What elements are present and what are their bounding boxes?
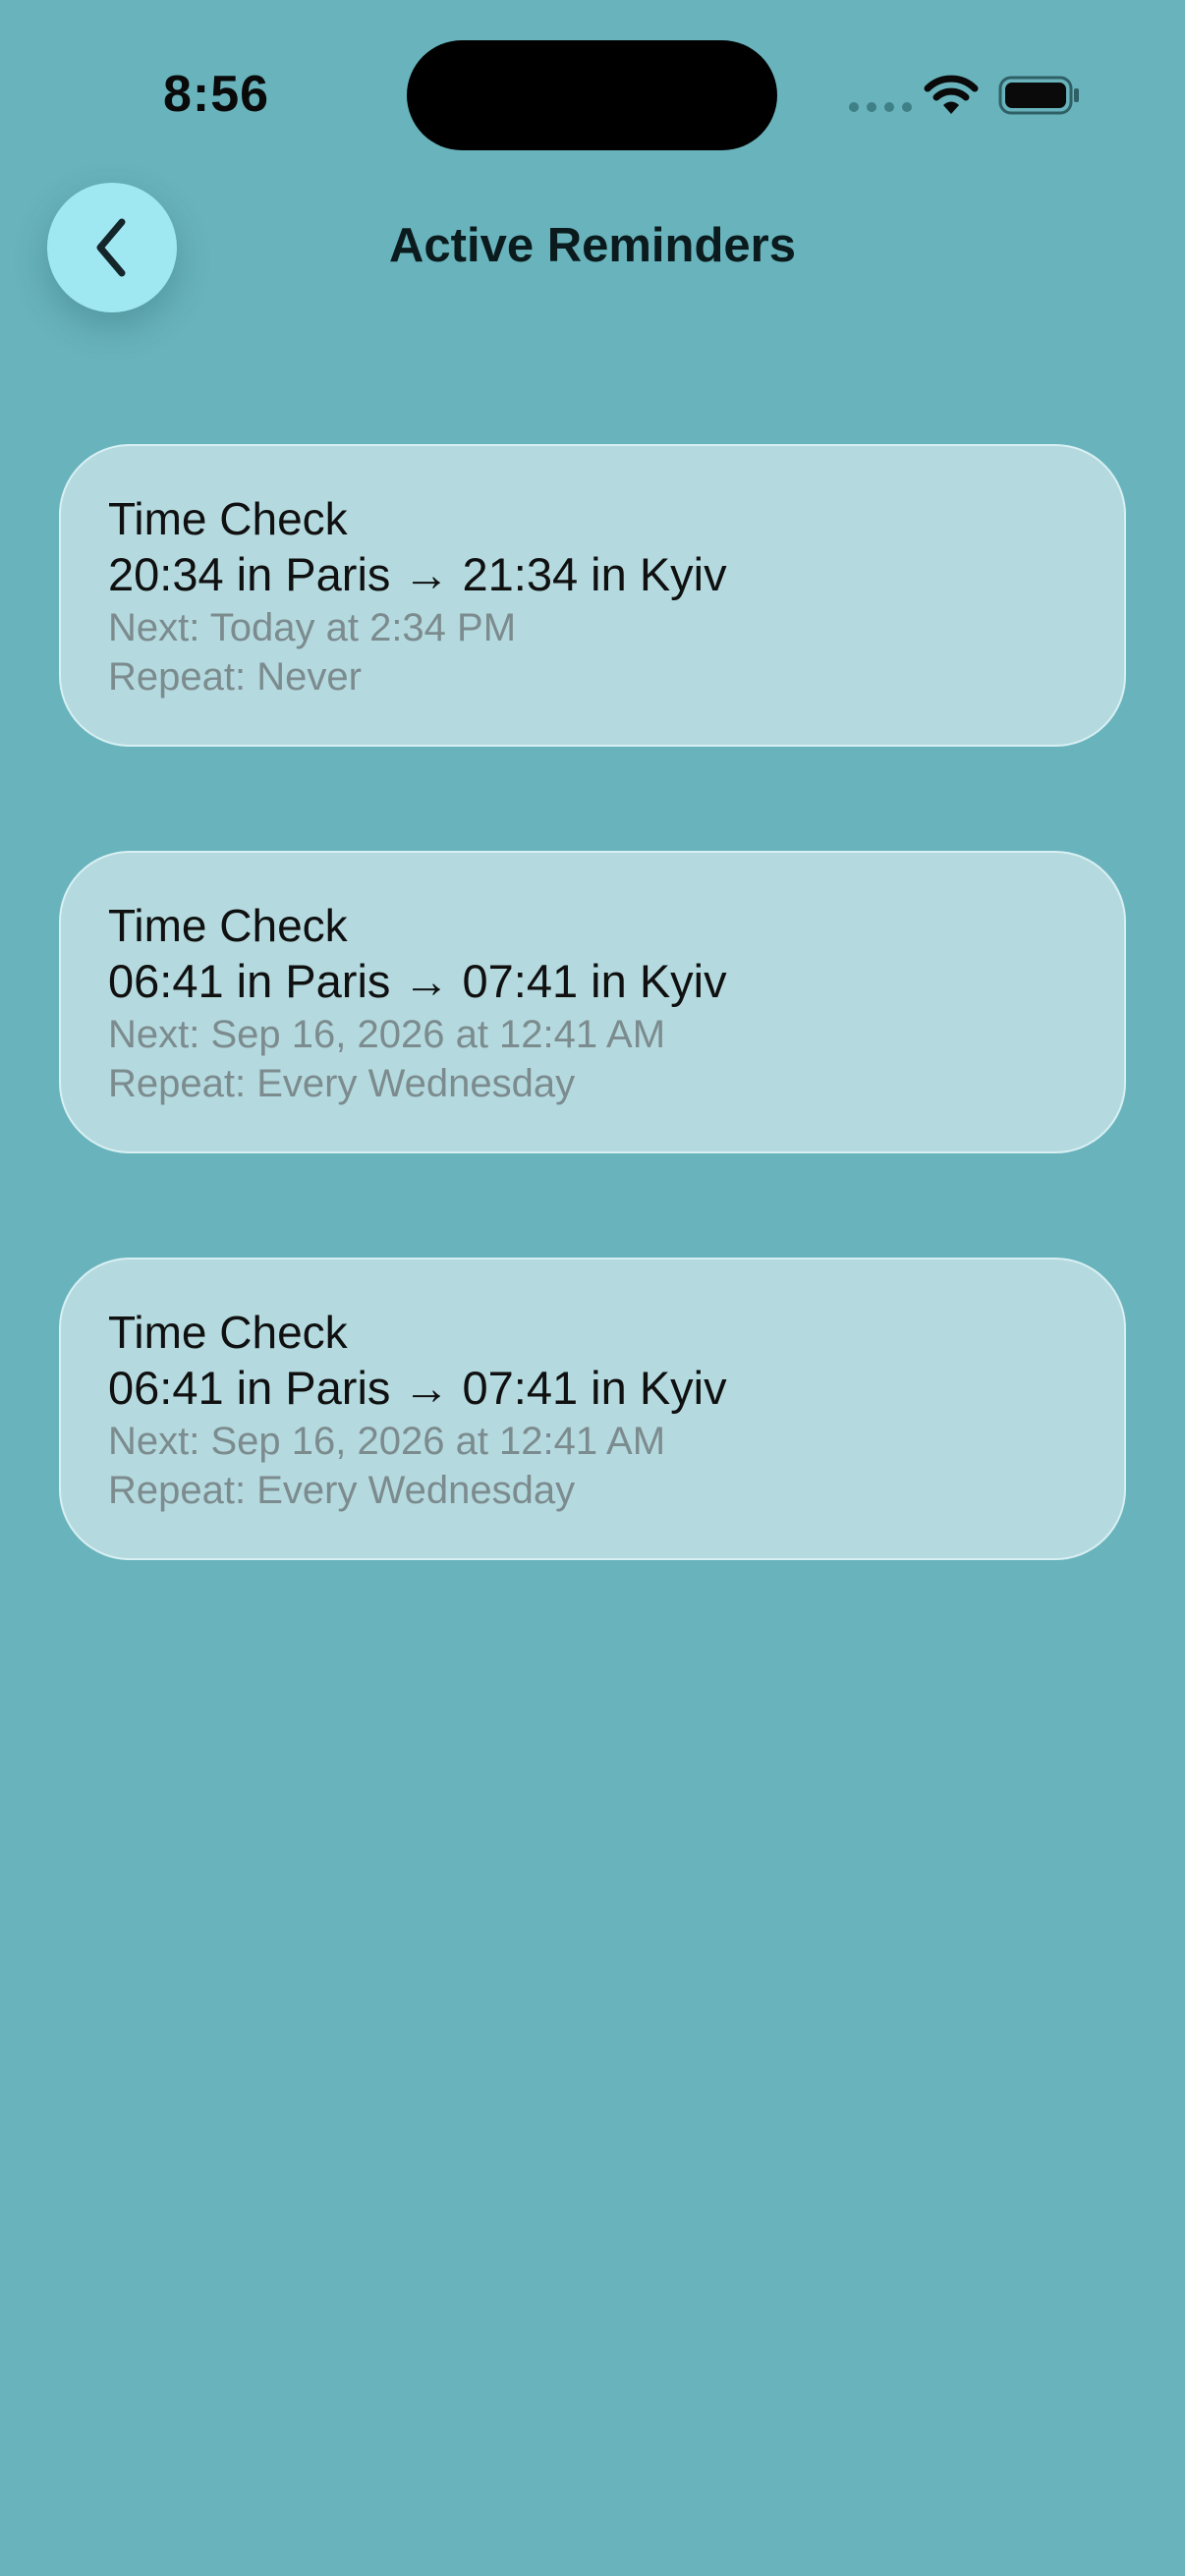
page-title: Active Reminders — [389, 219, 796, 272]
reminder-next: Next: Today at 2:34 PM — [108, 606, 517, 649]
reminder-title: Time Check — [108, 493, 348, 544]
reminder-times: 06:41 in Paris → 07:41 in Kyiv — [108, 1362, 727, 1414]
dynamic-island — [407, 40, 777, 150]
reminder-next: Next: Sep 16, 2026 at 12:41 AM — [108, 1420, 666, 1463]
reminder-title: Time Check — [108, 1307, 348, 1358]
reminder-card[interactable]: Time Check 06:41 in Paris → 07:41 in Kyi… — [59, 851, 1126, 1153]
status-time: 8:56 — [163, 66, 270, 123]
reminder-repeat: Repeat: Every Wednesday — [108, 1062, 576, 1105]
reminder-title: Time Check — [108, 900, 348, 951]
reminder-repeat: Repeat: Every Wednesday — [108, 1469, 576, 1512]
reminders-list: Time Check 20:34 in Paris → 21:34 in Kyi… — [59, 444, 1126, 1664]
cellular-signal-icon — [849, 102, 912, 112]
reminder-card[interactable]: Time Check 20:34 in Paris → 21:34 in Kyi… — [59, 444, 1126, 747]
battery-icon — [998, 76, 1079, 115]
reminder-repeat: Repeat: Never — [108, 655, 362, 699]
reminder-next: Next: Sep 16, 2026 at 12:41 AM — [108, 1013, 666, 1056]
reminder-times: 06:41 in Paris → 07:41 in Kyiv — [108, 955, 727, 1007]
reminder-times: 20:34 in Paris → 21:34 in Kyiv — [108, 548, 727, 600]
wifi-icon — [924, 75, 979, 114]
status-bar: 8:56 — [0, 0, 1185, 196]
reminder-card[interactable]: Time Check 06:41 in Paris → 07:41 in Kyi… — [59, 1258, 1126, 1560]
